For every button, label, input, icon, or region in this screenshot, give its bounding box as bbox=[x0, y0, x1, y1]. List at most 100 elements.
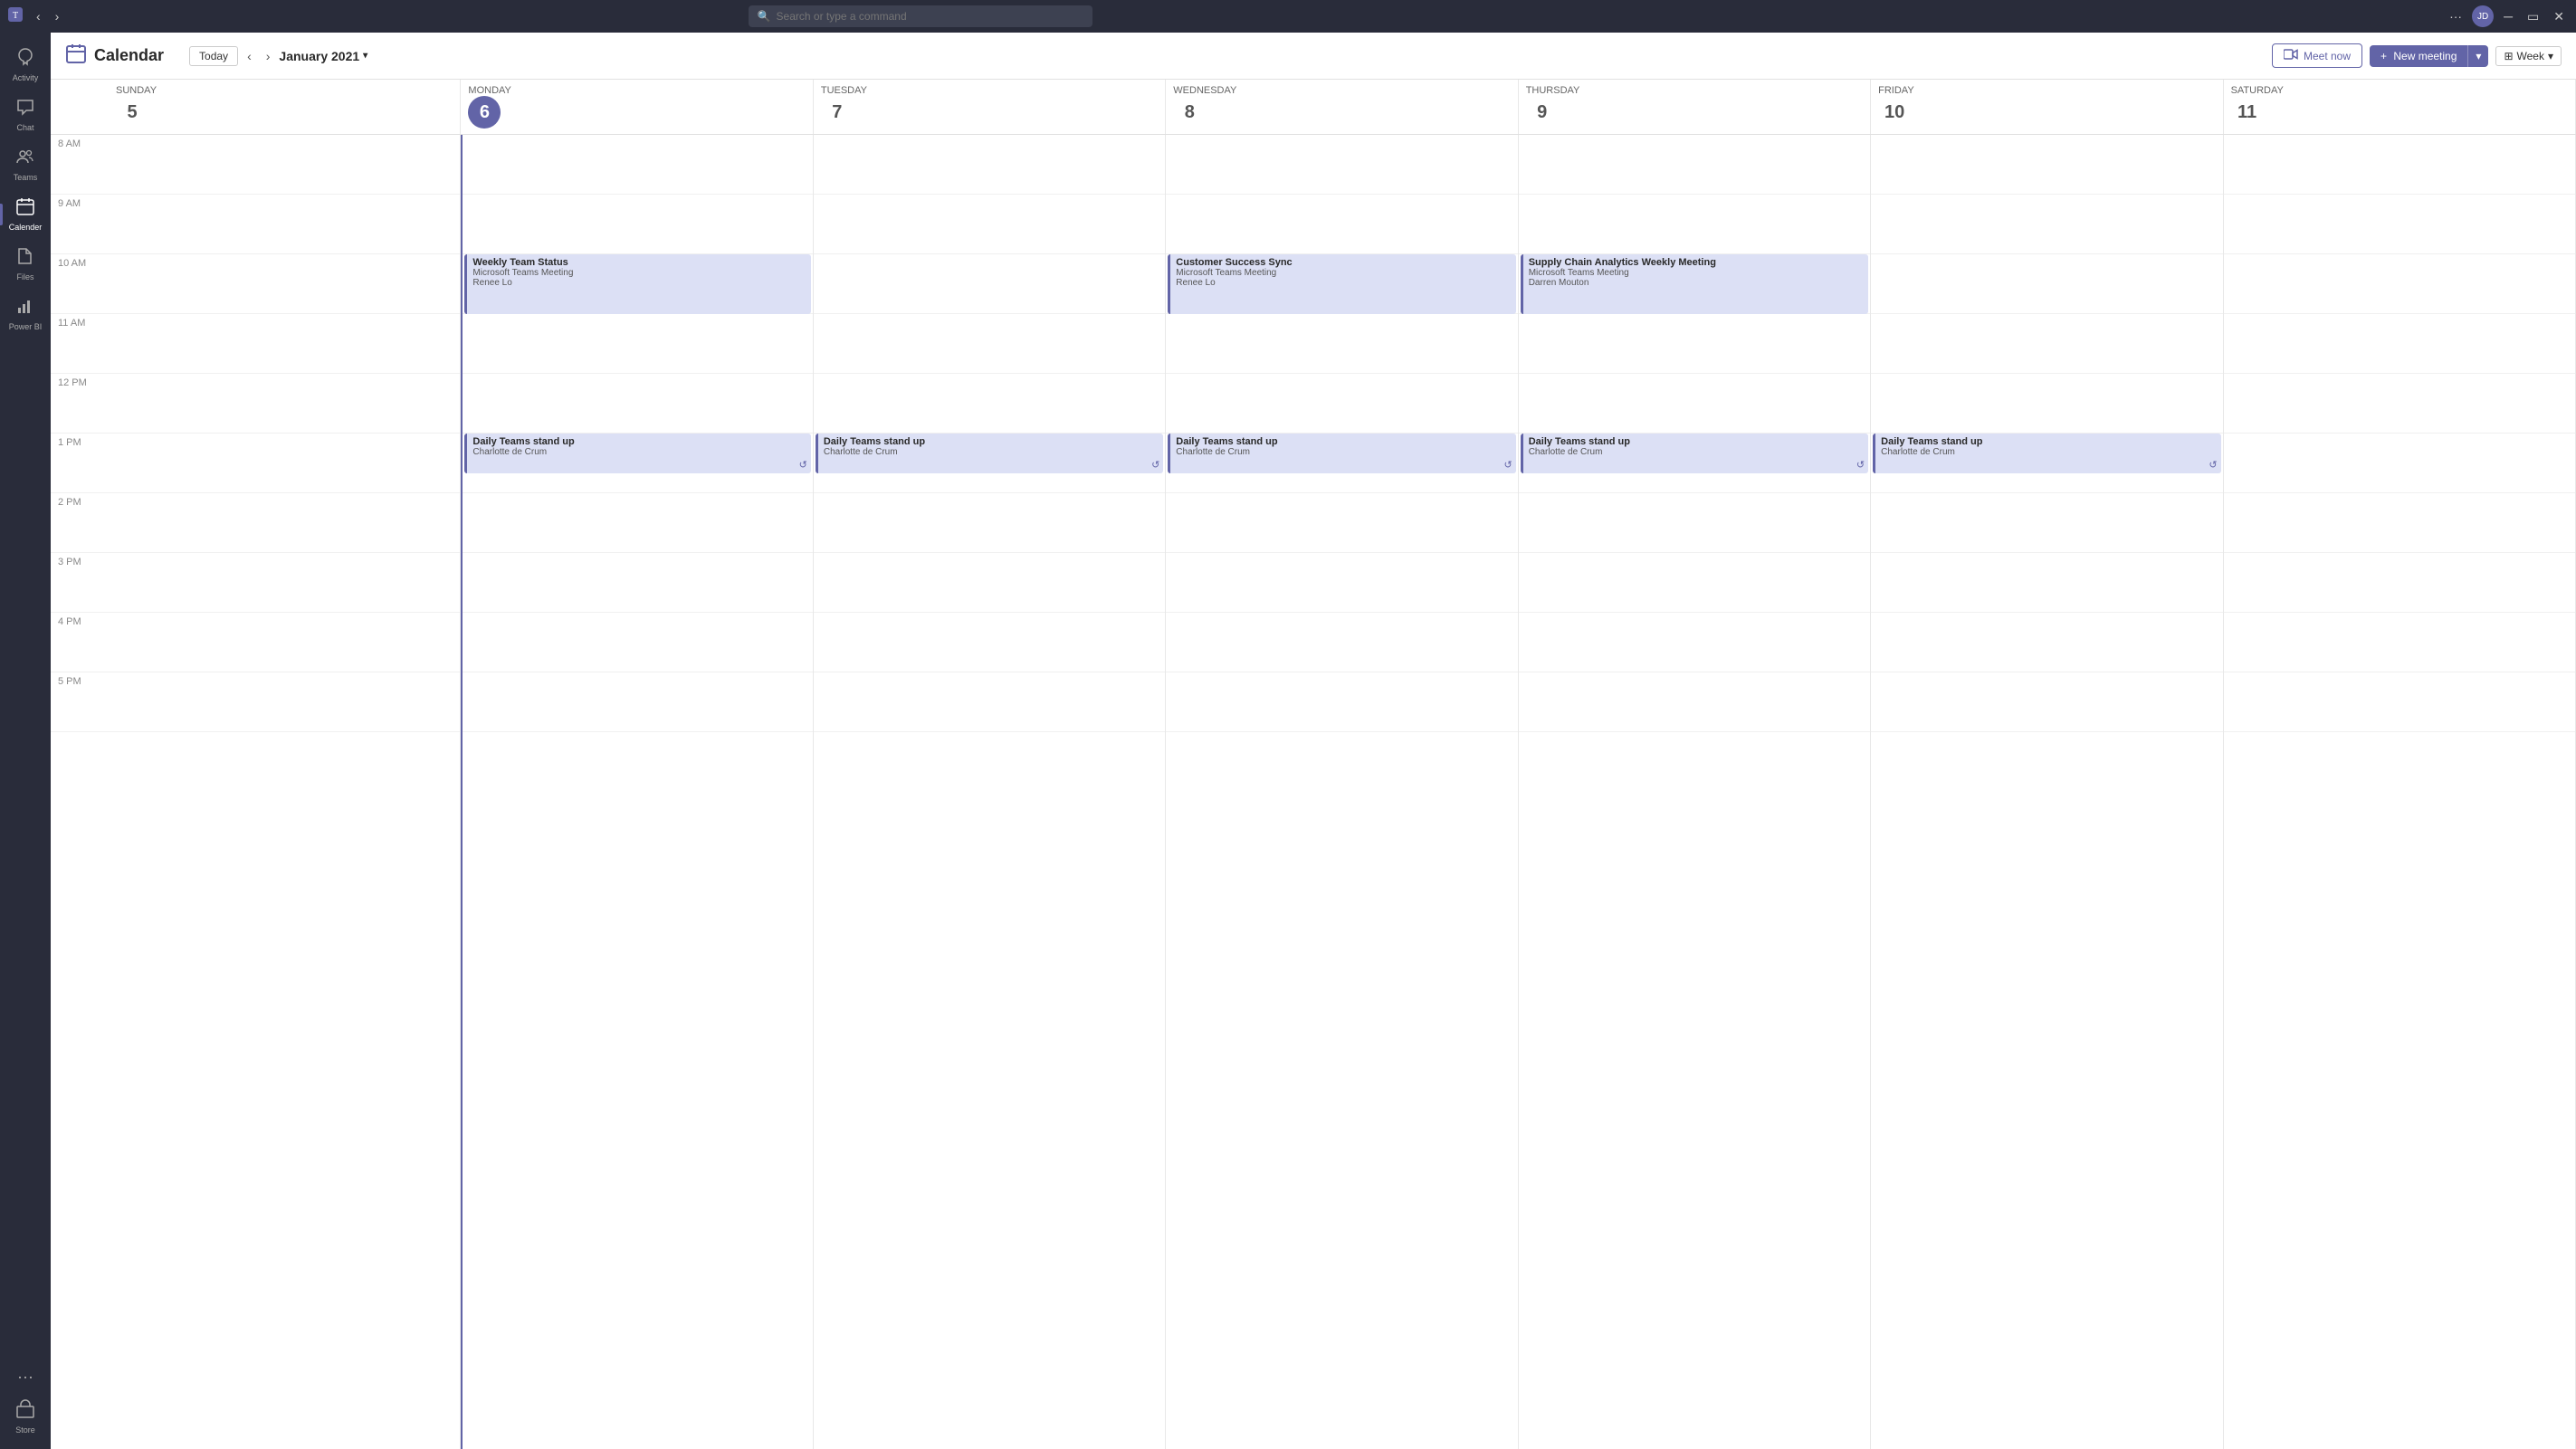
hour-block-day0-slot3[interactable] bbox=[109, 314, 460, 374]
hour-block-day1-slot4[interactable] bbox=[463, 374, 812, 434]
hour-block-day5-slot6[interactable] bbox=[1871, 493, 2222, 553]
hour-block-day6-slot1[interactable] bbox=[2224, 195, 2575, 254]
month-display[interactable]: January 2021 ▾ bbox=[279, 49, 367, 63]
hour-block-day0-slot1[interactable] bbox=[109, 195, 460, 254]
hour-block-day3-slot4[interactable] bbox=[1166, 374, 1517, 434]
hour-block-day5-slot3[interactable] bbox=[1871, 314, 2222, 374]
hour-block-day0-slot2[interactable] bbox=[109, 254, 460, 314]
event-ev2[interactable]: Customer Success SyncMicrosoft Teams Mee… bbox=[1168, 254, 1515, 314]
hour-block-day0-slot0[interactable] bbox=[109, 135, 460, 195]
sidebar-item-teams[interactable]: Teams bbox=[0, 139, 51, 189]
hour-block-day0-slot4[interactable] bbox=[109, 374, 460, 434]
hour-block-day6-slot3[interactable] bbox=[2224, 314, 2575, 374]
event-ev7[interactable]: Daily Teams stand upCharlotte de Crum↺ bbox=[1521, 434, 1868, 473]
hour-block-day2-slot3[interactable] bbox=[814, 314, 1165, 374]
sidebar-item-files[interactable]: Files bbox=[0, 239, 51, 289]
hour-block-day2-slot8[interactable] bbox=[814, 613, 1165, 672]
hour-block-day2-slot9[interactable] bbox=[814, 672, 1165, 732]
hour-block-day3-slot7[interactable] bbox=[1166, 553, 1517, 613]
hour-block-day4-slot9[interactable] bbox=[1519, 672, 1870, 732]
hour-block-day5-slot1[interactable] bbox=[1871, 195, 2222, 254]
restore-button[interactable]: ▭ bbox=[2523, 7, 2543, 26]
hour-block-day3-slot6[interactable] bbox=[1166, 493, 1517, 553]
hour-block-day5-slot2[interactable] bbox=[1871, 254, 2222, 314]
hour-block-day6-slot5[interactable] bbox=[2224, 434, 2575, 493]
hour-block-day2-slot1[interactable] bbox=[814, 195, 1165, 254]
hour-block-day0-slot9[interactable] bbox=[109, 672, 460, 732]
hour-block-day1-slot0[interactable] bbox=[463, 135, 812, 195]
hour-block-day4-slot3[interactable] bbox=[1519, 314, 1870, 374]
hour-block-day0-slot8[interactable] bbox=[109, 613, 460, 672]
minimize-button[interactable]: ─ bbox=[2499, 7, 2517, 25]
hour-block-day4-slot4[interactable] bbox=[1519, 374, 1870, 434]
hour-block-day6-slot4[interactable] bbox=[2224, 374, 2575, 434]
hour-block-day0-slot7[interactable] bbox=[109, 553, 460, 613]
hour-block-day6-slot8[interactable] bbox=[2224, 613, 2575, 672]
hour-block-day3-slot9[interactable] bbox=[1166, 672, 1517, 732]
event-ev4[interactable]: Daily Teams stand upCharlotte de Crum↺ bbox=[464, 434, 810, 473]
hour-block-day6-slot6[interactable] bbox=[2224, 493, 2575, 553]
hour-block-day3-slot3[interactable] bbox=[1166, 314, 1517, 374]
hour-block-day1-slot9[interactable] bbox=[463, 672, 812, 732]
hour-block-day4-slot7[interactable] bbox=[1519, 553, 1870, 613]
day-col-monday[interactable]: Weekly Team StatusMicrosoft Teams Meetin… bbox=[461, 135, 813, 1449]
hour-block-day1-slot8[interactable] bbox=[463, 613, 812, 672]
hour-block-day6-slot0[interactable] bbox=[2224, 135, 2575, 195]
today-button[interactable]: Today bbox=[189, 46, 238, 66]
close-button[interactable]: ✕ bbox=[2549, 7, 2569, 26]
hour-block-day6-slot7[interactable] bbox=[2224, 553, 2575, 613]
nav-forward-button[interactable]: › bbox=[50, 7, 65, 25]
hour-block-day3-slot8[interactable] bbox=[1166, 613, 1517, 672]
day-col-friday[interactable]: Daily Teams stand upCharlotte de Crum↺ bbox=[1871, 135, 2223, 1449]
hour-block-day0-slot6[interactable] bbox=[109, 493, 460, 553]
hour-block-day5-slot4[interactable] bbox=[1871, 374, 2222, 434]
hour-block-day4-slot0[interactable] bbox=[1519, 135, 1870, 195]
sidebar-item-store[interactable]: Store bbox=[15, 1392, 35, 1442]
hour-block-day1-slot7[interactable] bbox=[463, 553, 812, 613]
hour-block-day1-slot3[interactable] bbox=[463, 314, 812, 374]
new-meeting-dropdown-icon[interactable]: ▾ bbox=[2467, 45, 2488, 67]
hour-block-day5-slot9[interactable] bbox=[1871, 672, 2222, 732]
event-ev3[interactable]: Supply Chain Analytics Weekly MeetingMic… bbox=[1521, 254, 1868, 314]
avatar[interactable]: JD bbox=[2472, 5, 2494, 27]
hour-block-day2-slot0[interactable] bbox=[814, 135, 1165, 195]
more-options-icon[interactable]: ··· bbox=[2445, 7, 2466, 25]
hour-block-day4-slot6[interactable] bbox=[1519, 493, 1870, 553]
sidebar-item-calendar[interactable]: Calender bbox=[0, 189, 51, 239]
event-ev6[interactable]: Daily Teams stand upCharlotte de Crum↺ bbox=[1168, 434, 1515, 473]
day-col-sunday[interactable] bbox=[109, 135, 461, 1449]
day-col-thursday[interactable]: Supply Chain Analytics Weekly MeetingMic… bbox=[1519, 135, 1871, 1449]
next-week-button[interactable]: › bbox=[261, 47, 276, 65]
meet-now-button[interactable]: Meet now bbox=[2272, 43, 2362, 68]
week-view-selector[interactable]: ⊞ Week ▾ bbox=[2495, 46, 2562, 66]
day-col-tuesday[interactable]: Daily Teams stand upCharlotte de Crum↺ bbox=[814, 135, 1166, 1449]
hour-block-day6-slot2[interactable] bbox=[2224, 254, 2575, 314]
hour-block-day5-slot8[interactable] bbox=[1871, 613, 2222, 672]
hour-block-day5-slot7[interactable] bbox=[1871, 553, 2222, 613]
search-input[interactable] bbox=[777, 10, 1083, 23]
event-ev1[interactable]: Weekly Team StatusMicrosoft Teams Meetin… bbox=[464, 254, 810, 314]
sidebar-item-activity[interactable]: Activity bbox=[0, 40, 51, 90]
day-col-wednesday[interactable]: Customer Success SyncMicrosoft Teams Mee… bbox=[1166, 135, 1518, 1449]
sidebar-item-chat[interactable]: Chat bbox=[0, 90, 51, 139]
hour-block-day4-slot8[interactable] bbox=[1519, 613, 1870, 672]
hour-block-day3-slot0[interactable] bbox=[1166, 135, 1517, 195]
hour-block-day3-slot1[interactable] bbox=[1166, 195, 1517, 254]
hour-block-day2-slot6[interactable] bbox=[814, 493, 1165, 553]
new-meeting-button[interactable]: + New meeting ▾ bbox=[2370, 45, 2488, 67]
prev-week-button[interactable]: ‹ bbox=[242, 47, 257, 65]
hour-block-day2-slot7[interactable] bbox=[814, 553, 1165, 613]
hour-block-day4-slot1[interactable] bbox=[1519, 195, 1870, 254]
hour-block-day6-slot9[interactable] bbox=[2224, 672, 2575, 732]
hour-block-day1-slot1[interactable] bbox=[463, 195, 812, 254]
hour-block-day2-slot2[interactable] bbox=[814, 254, 1165, 314]
hour-block-day2-slot4[interactable] bbox=[814, 374, 1165, 434]
event-ev8[interactable]: Daily Teams stand upCharlotte de Crum↺ bbox=[1873, 434, 2220, 473]
event-ev5[interactable]: Daily Teams stand upCharlotte de Crum↺ bbox=[816, 434, 1163, 473]
search-bar[interactable]: 🔍 bbox=[749, 5, 1092, 27]
hour-block-day0-slot5[interactable] bbox=[109, 434, 460, 493]
hour-block-day1-slot6[interactable] bbox=[463, 493, 812, 553]
nav-back-button[interactable]: ‹ bbox=[31, 7, 46, 25]
sidebar-item-more[interactable]: ··· bbox=[15, 1361, 35, 1392]
day-col-saturday[interactable] bbox=[2224, 135, 2576, 1449]
